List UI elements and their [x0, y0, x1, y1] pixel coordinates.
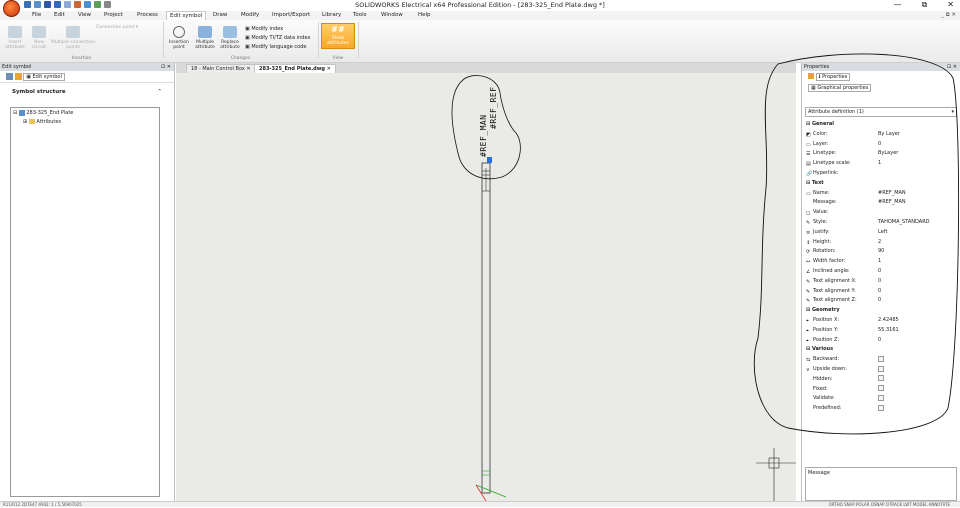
save-icon[interactable]: [6, 73, 13, 80]
menu-modify[interactable]: Modify: [241, 11, 259, 20]
connection-point-button[interactable]: Connection point ▾: [96, 25, 158, 30]
status-bar: R11/R12 2D7E47 4942: 1 / 5.56907025 ORTH…: [0, 501, 960, 507]
collapse-icon[interactable]: ⌃: [157, 89, 162, 95]
quick-access-toolbar: [24, 1, 111, 10]
replace-attribute-button[interactable]: Replace attribute: [218, 26, 242, 50]
menu-window[interactable]: Window: [381, 11, 403, 20]
message-box: Message: [805, 467, 957, 501]
ribbon-separator: [163, 22, 164, 58]
attribute-text-man[interactable]: #REF_MAN: [479, 114, 488, 157]
show-attributes-button[interactable]: ## Show attributes: [321, 23, 355, 49]
multiple-connection-points-button[interactable]: Multiple connection points: [50, 26, 96, 50]
open-icon[interactable]: [34, 1, 41, 8]
insertion-point-icon: [173, 26, 185, 38]
symbol-tree: ⊟ 283-325_End Plate ⊞ Attributes: [10, 107, 160, 497]
folder-icon: [28, 119, 35, 124]
insertion-group-label: Insertion: [71, 56, 92, 61]
changes-small-buttons: ▣ Modify index ▣ Modify TI/TZ data index…: [245, 25, 310, 52]
menu-file[interactable]: File: [32, 11, 41, 20]
annotation-ellipse: [753, 53, 960, 435]
mdi-controls[interactable]: _ ⧉ ✕: [941, 11, 956, 20]
document-tabs: 18 - Main Control Box ✕ 283-325_End Plat…: [176, 63, 796, 73]
menu-edit[interactable]: Edit: [54, 11, 65, 20]
end-plate-outline: [481, 162, 491, 494]
minimize-button[interactable]: —: [894, 0, 902, 10]
zoom-icon[interactable]: [84, 1, 91, 8]
panel-pin-close[interactable]: ⊡ ✕: [161, 63, 171, 71]
symbol-structure-header: Symbol structure ⌃: [12, 89, 162, 95]
edit-symbol-panel: Edit symbol ⊡ ✕ ▣ Edit symbol Symbol str…: [0, 63, 175, 507]
properties-icon[interactable]: [14, 73, 22, 80]
tab-close-icon[interactable]: ✕: [246, 66, 250, 72]
attribute-text-ref[interactable]: #REF_REF: [489, 86, 498, 129]
multiple-attribute-icon: [198, 26, 212, 38]
ribbon-separator: [318, 22, 319, 58]
insert-attribute-button[interactable]: Insert attribute: [3, 26, 27, 50]
replace-attribute-icon: [223, 26, 237, 38]
ucs-x-axis: [475, 484, 507, 498]
settings-icon[interactable]: [104, 1, 111, 8]
menu-library[interactable]: Library: [322, 11, 341, 20]
tab-main-control-box[interactable]: 18 - Main Control Box ✕: [186, 64, 256, 73]
pan-icon[interactable]: [94, 1, 101, 8]
undo-icon[interactable]: [54, 1, 61, 8]
menu-view[interactable]: View: [78, 11, 91, 20]
new-circuit-button[interactable]: New circuit: [28, 26, 50, 50]
new-circuit-icon: [32, 26, 46, 38]
modify-index-button[interactable]: ▣ Modify index: [245, 25, 310, 34]
changes-group-label: Changes: [230, 56, 251, 61]
panel-toolbar: ▣ Edit symbol: [0, 71, 174, 83]
menu-project[interactable]: Project: [104, 11, 123, 20]
drawing-canvas[interactable]: #REF_MAN #REF_REF: [176, 73, 796, 501]
view-group-label: View: [332, 56, 344, 61]
close-button[interactable]: ✕: [947, 0, 954, 10]
title-bar: SOLIDWORKS Electrical x64 Professional E…: [0, 0, 960, 11]
menu-process[interactable]: Process: [137, 11, 158, 20]
menu-draw[interactable]: Draw: [213, 11, 227, 20]
tab-close-icon[interactable]: ✕: [327, 66, 331, 72]
panel-header: Edit symbol ⊡ ✕: [0, 63, 174, 71]
modify-language-code-button[interactable]: ▣ Modify language code: [245, 43, 310, 52]
symbol-icon: [18, 109, 25, 116]
menu-help[interactable]: Help: [418, 11, 431, 20]
tool-icon[interactable]: [74, 1, 81, 8]
save-icon[interactable]: [44, 1, 51, 8]
menu-tools[interactable]: Tools: [353, 11, 367, 20]
window-controls: — ⧉ ✕: [894, 0, 954, 10]
tab-end-plate[interactable]: 283-325_End Plate.dwg ✕: [254, 64, 336, 73]
maximize-button[interactable]: ⧉: [922, 0, 928, 10]
menu-import-export[interactable]: Import/Export: [272, 11, 310, 20]
tree-attributes[interactable]: ⊞ Attributes: [11, 118, 159, 126]
status-coordinates: R11/R12 2D7E47 4942: 1 / 5.56907025: [3, 502, 82, 507]
new-file-icon[interactable]: [24, 1, 31, 8]
redo-icon[interactable]: [64, 1, 71, 8]
window-title: SOLIDWORKS Electrical x64 Professional E…: [355, 1, 605, 9]
menu-bar: File Edit View Project Process Edit symb…: [0, 11, 960, 21]
app-logo-icon[interactable]: [3, 0, 20, 17]
insert-attribute-icon: [8, 26, 22, 38]
multiple-attribute-button[interactable]: Multiple attribute: [192, 26, 218, 50]
tree-root[interactable]: ⊟ 283-325_End Plate: [11, 108, 159, 118]
insertion-grip: [487, 157, 492, 163]
insertion-point-button[interactable]: Insertion point: [166, 26, 192, 50]
connection-points-icon: [66, 26, 80, 38]
ribbon-separator: [358, 22, 359, 58]
modify-ti-tz-button[interactable]: ▣ Modify TI/TZ data index: [245, 34, 310, 43]
status-toggles[interactable]: ORTHO SNAP POLAR OSNAP OTRACK LWT MODEL …: [829, 502, 950, 508]
edit-symbol-tab[interactable]: ▣ Edit symbol: [23, 73, 65, 81]
